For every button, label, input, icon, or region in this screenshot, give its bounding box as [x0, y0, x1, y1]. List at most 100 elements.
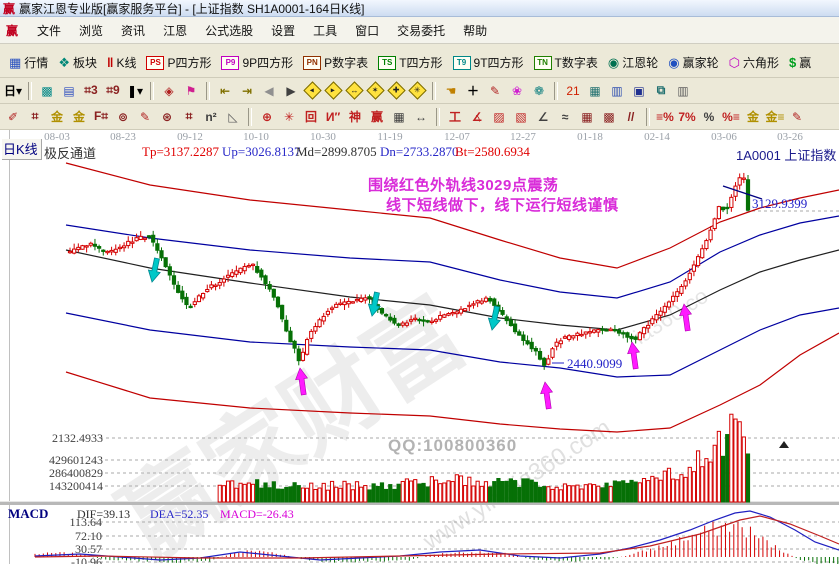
indicator-tp-value: Tp=3137.2287 [142, 144, 219, 160]
report-icon[interactable]: ▤ [59, 81, 79, 101]
kline-button[interactable]: ‖K线 [104, 53, 139, 72]
indicator-bt-value: Bt=2580.6934 [455, 144, 530, 160]
go-first-icon[interactable]: ⇤ [215, 81, 235, 101]
multi-window-icon[interactable]: ▩ [37, 81, 57, 101]
menu-item[interactable]: 窗口 [346, 19, 388, 42]
indicator-dn-value: Dn=2733.2870 [380, 144, 458, 160]
grid-123-icon[interactable]: ▦ [389, 107, 409, 127]
square-spiral-icon[interactable]: 回 [301, 107, 321, 127]
brush-icon[interactable]: ✐ [3, 107, 23, 127]
period-day-icon[interactable]: 日▾ [3, 81, 23, 101]
hexagon-button[interactable]: ⬡六角形 [726, 53, 782, 72]
win-tool-icon[interactable]: 赢 [367, 107, 387, 127]
save-icon[interactable]: ▣ [629, 81, 649, 101]
parallel-lines-icon[interactable]: // [621, 107, 641, 127]
smart-tool-icon[interactable]: ❁ [529, 81, 549, 101]
menu-item[interactable]: 江恩 [154, 19, 196, 42]
flag-mark-icon[interactable]: ⚑ [181, 81, 201, 101]
quotes-button[interactable]: ▦行情 [6, 53, 51, 72]
small-chart-9-icon[interactable]: ⌗9 [103, 81, 123, 101]
angle-lines-icon[interactable]: ∠ [533, 107, 553, 127]
gann-ruler-icon[interactable]: ⌗ [25, 107, 45, 127]
gold-lines-icon[interactable]: 金≡ [765, 107, 785, 127]
prev-bar-icon[interactable]: ◀ [259, 81, 279, 101]
jump-left-icon[interactable]: ◂ [303, 81, 321, 99]
window-switch-icon[interactable]: ◈ [159, 81, 179, 101]
toolbar-separator [554, 82, 558, 100]
p-square-button[interactable]: PSP四方形 [143, 53, 214, 72]
calendar-icon[interactable]: 21 [563, 81, 583, 101]
menu-item[interactable]: 工具 [304, 19, 346, 42]
date-tick: 03-06 [711, 131, 737, 143]
add-mark-icon[interactable]: ✚ [387, 81, 405, 99]
hand-tool-icon[interactable]: ☚ [441, 81, 461, 101]
menu-item[interactable]: 文件 [28, 19, 70, 42]
gann-square-icon[interactable]: ▧ [511, 107, 531, 127]
draw-tool-icon[interactable]: ✎ [485, 81, 505, 101]
next-bar-icon[interactable]: ▶ [281, 81, 301, 101]
notes-icon[interactable]: ▥ [607, 81, 627, 101]
service-button[interactable]: $赢 [786, 53, 814, 72]
cycle-ruler-icon[interactable]: ⊛ [157, 107, 177, 127]
angle-ruler-icon[interactable]: ◺ [223, 107, 243, 127]
wave-mark-icon[interactable]: И″ [323, 107, 343, 127]
menu-item[interactable]: 设置 [262, 19, 304, 42]
gold-circle2-icon[interactable]: 金 [743, 107, 763, 127]
gann-wheel-button[interactable]: ◉江恩轮 [605, 53, 661, 72]
target-icon[interactable]: ⊕ [257, 107, 277, 127]
crosshair-tool-icon[interactable]: ＋ [463, 81, 483, 101]
toolbar-separator [28, 82, 32, 100]
shen-tool-icon[interactable]: 神 [345, 107, 365, 127]
star-jump-icon[interactable]: ✶ [366, 81, 384, 99]
t-square-button[interactable]: TST四方形 [375, 53, 445, 72]
t-table-button[interactable]: TNT数字表 [531, 53, 601, 72]
star-burst-icon[interactable]: ✳ [279, 107, 299, 127]
marked-low-label: 2440.9099 [567, 356, 622, 372]
fibo-f-icon[interactable]: F⌗ [91, 107, 111, 127]
small-chart-3-icon[interactable]: ⌗3 [81, 81, 101, 101]
channel-tool-icon[interactable]: 工 [445, 107, 465, 127]
winner-wheel-button[interactable]: ◉赢家轮 [665, 53, 721, 72]
golden-section-icon[interactable]: 金 [69, 107, 89, 127]
p-table-button[interactable]: PNP数字表 [300, 53, 371, 72]
percent-lines-icon[interactable]: %≡ [721, 107, 741, 127]
burst-mark-icon[interactable]: ✳ [408, 81, 426, 99]
app-window: 赢 赢家江恩专业版[赢家服务平台] - [上证指数 SH1A0001-164日K… [0, 0, 839, 564]
menu-item[interactable]: 公式选股 [196, 19, 262, 42]
pen2-icon[interactable]: ✎ [135, 107, 155, 127]
9p-square-button[interactable]: P99P四方形 [218, 53, 296, 72]
chart-area[interactable]: 赢家财富www.yingjia360.comia360.co 08-0308-2… [0, 130, 839, 564]
expand-icon[interactable]: ↔ [345, 81, 363, 99]
percent-icon[interactable]: % [699, 107, 719, 127]
gann-box-icon[interactable]: ▨ [489, 107, 509, 127]
go-last-icon[interactable]: ⇥ [237, 81, 257, 101]
jump-right-icon[interactable]: ▸ [324, 81, 342, 99]
brush2-icon[interactable]: ✎ [787, 107, 807, 127]
ruler2-icon[interactable]: ⌗ [179, 107, 199, 127]
width-measure-icon[interactable]: ↔ [411, 107, 431, 127]
zigzag-icon[interactable]: ≈ [555, 107, 575, 127]
menu-item[interactable]: 资讯 [112, 19, 154, 42]
toolbar-separator [248, 108, 252, 126]
n-square-icon[interactable]: n² [201, 107, 221, 127]
golden-circle-icon[interactable]: 金 [47, 107, 67, 127]
transfer-icon[interactable]: ⧉ [651, 81, 671, 101]
symbol-label: 1A0001 上证指数 [736, 145, 836, 164]
calculator-icon[interactable]: ▦ [585, 81, 605, 101]
indicator-name[interactable]: 极反通道 [44, 143, 96, 162]
sectors-button[interactable]: ❖板块 [55, 53, 100, 72]
spiral-icon[interactable]: ⊚ [113, 107, 133, 127]
menu-item[interactable]: 帮助 [454, 19, 496, 42]
print-icon[interactable]: ▥ [673, 81, 693, 101]
time-grid-icon[interactable]: ▩ [599, 107, 619, 127]
percent-levels-icon[interactable]: ≡% [655, 107, 675, 127]
gann-fan-icon[interactable]: ∡ [467, 107, 487, 127]
price-grid-icon[interactable]: ▦ [577, 107, 597, 127]
menu-item[interactable]: 交易委托 [388, 19, 454, 42]
9t-square-button[interactable]: T99T四方形 [450, 53, 527, 72]
percent-7-icon[interactable]: 7% [677, 107, 697, 127]
menu-item[interactable]: 浏览 [70, 19, 112, 42]
flower-tool-icon[interactable]: ❀ [507, 81, 527, 101]
candle-style-icon[interactable]: ❚▾ [125, 81, 145, 101]
tab-daily-kline[interactable]: 日K线 [2, 139, 42, 160]
